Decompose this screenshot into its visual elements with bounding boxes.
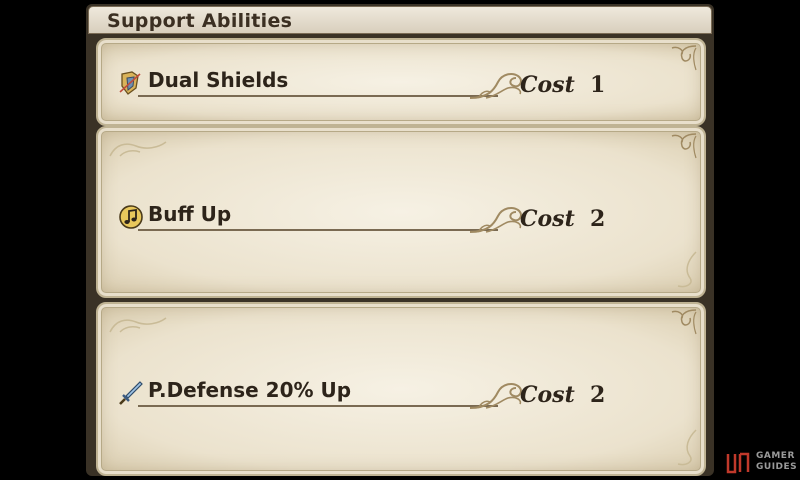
underline-divider [138,95,498,97]
underline-divider [138,405,498,407]
ability-slot-1[interactable]: Dual Shields Cost 1 [96,38,706,126]
ability-name: P.Defense 20% Up [148,378,352,402]
cost-value: 1 [590,72,606,98]
ability-name: Buff Up [148,202,232,226]
music-note-icon [119,205,143,229]
corner-ornament [109,141,167,157]
underline-divider [138,229,498,231]
gamer-guides-watermark: GAMER GUIDES [726,448,798,476]
corner-ornament [109,317,167,333]
cost-value: 2 [590,206,606,232]
ability-slot-3[interactable]: P.Defense 20% Up Cost 2 [96,302,706,476]
cost-label: Cost [520,206,575,232]
corner-ornament [677,251,697,288]
support-abilities-screen: Support Abilities Dual Shields Cost 1 Bu… [86,4,714,476]
corner-ornament [671,133,697,159]
sword-icon [119,381,143,405]
corner-ornament [671,309,697,335]
watermark-line-2: GUIDES [756,462,798,472]
watermark-text: GAMER GUIDES [756,451,797,473]
corner-ornament [671,45,697,71]
cost-value: 2 [590,382,606,408]
watermark-line-1: GAMER [756,451,795,461]
cost-label: Cost [520,72,575,98]
ability-name: Dual Shields [148,68,289,92]
cost-label: Cost [520,382,575,408]
screen-header: Support Abilities [88,6,712,34]
corner-ornament [677,429,697,466]
page-title: Support Abilities [107,10,293,32]
shield-icon [119,71,141,95]
gamer-guides-logo-icon [726,452,750,474]
ability-slot-2[interactable]: Buff Up Cost 2 [96,126,706,298]
